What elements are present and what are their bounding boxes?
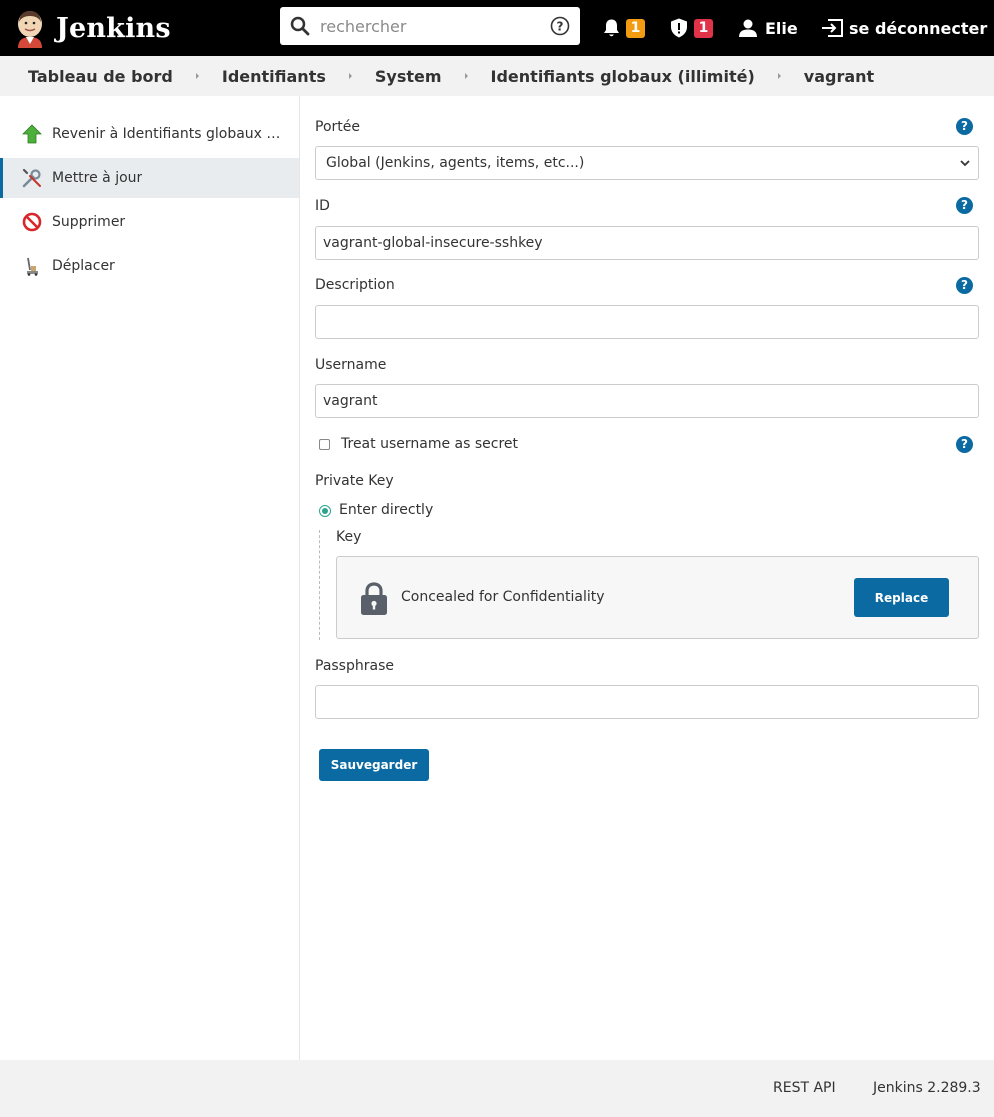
- key-label: Key: [336, 529, 362, 545]
- nested-section-line: [319, 530, 320, 640]
- passphrase-input[interactable]: [315, 685, 979, 719]
- breadcrumb-separator: [464, 73, 468, 79]
- username-label: Username: [315, 357, 387, 373]
- sidebar-item-update[interactable]: Mettre à jour: [0, 158, 299, 198]
- brand-name: Jenkins: [56, 12, 171, 44]
- breadcrumb-vagrant[interactable]: vagrant: [804, 67, 874, 86]
- notifications-badge: 1: [626, 18, 645, 38]
- bell-icon: [604, 19, 619, 36]
- sidebar-item-label: Supprimer: [52, 214, 126, 230]
- treat-secret-label[interactable]: Treat username as secret: [341, 436, 518, 452]
- sidebar-item-back[interactable]: Revenir à Identifiants globaux (illimité…: [0, 114, 299, 154]
- breadcrumb-separator: [348, 73, 352, 79]
- description-help-icon[interactable]: ?: [956, 277, 973, 294]
- lock-icon: [361, 582, 387, 615]
- id-label: ID: [315, 198, 330, 214]
- breadcrumb-system[interactable]: System: [375, 67, 442, 86]
- save-button[interactable]: Sauvegarder: [319, 749, 429, 781]
- breadcrumb-global-credentials[interactable]: Identifiants globaux (illimité): [491, 67, 755, 86]
- jenkins-butler-icon: [18, 11, 42, 48]
- jenkins-logo[interactable]: Jenkins: [14, 8, 171, 48]
- sidebar-item-delete[interactable]: Supprimer: [0, 202, 299, 242]
- version-link[interactable]: Jenkins 2.289.3: [873, 1080, 981, 1096]
- breadcrumb: Tableau de bord Identifiants System Iden…: [0, 56, 994, 96]
- enter-directly-radio[interactable]: [319, 505, 331, 517]
- rest-api-link[interactable]: REST API: [773, 1080, 836, 1096]
- footer: REST API Jenkins 2.289.3: [0, 1060, 994, 1117]
- key-concealed-box: Concealed for Confidentiality Replace: [336, 556, 979, 639]
- wrench-screwdriver-icon: [22, 168, 41, 188]
- search-input[interactable]: [320, 13, 540, 39]
- search-icon: [290, 16, 310, 36]
- id-help-icon[interactable]: ?: [956, 197, 973, 214]
- description-label: Description: [315, 277, 395, 293]
- treat-secret-checkbox[interactable]: [319, 439, 330, 450]
- scope-help-icon[interactable]: ?: [956, 118, 973, 135]
- scope-selected-value: Global (Jenkins, agents, items, etc...): [326, 155, 585, 171]
- sidebar: Revenir à Identifiants globaux (illimité…: [0, 96, 300, 1060]
- chevron-down-icon: [960, 160, 970, 167]
- concealed-text: Concealed for Confidentiality: [401, 589, 605, 605]
- scope-label: Portée: [315, 119, 360, 135]
- breadcrumb-dashboard[interactable]: Tableau de bord: [28, 67, 173, 86]
- replace-button[interactable]: Replace: [854, 578, 949, 617]
- treat-secret-help-icon[interactable]: ?: [956, 436, 973, 453]
- no-entry-icon: [22, 212, 42, 232]
- shield-icon: [671, 18, 687, 38]
- user-icon: [739, 19, 757, 37]
- passphrase-label: Passphrase: [315, 658, 394, 674]
- enter-directly-label[interactable]: Enter directly: [339, 502, 433, 518]
- sidebar-item-label: Mettre à jour: [52, 170, 143, 186]
- scope-select[interactable]: Global (Jenkins, agents, items, etc...): [315, 146, 979, 180]
- svg-text:?: ?: [557, 20, 564, 34]
- sidebar-item-label: Déplacer: [52, 258, 115, 274]
- breadcrumb-separator: [195, 73, 199, 79]
- logout-button[interactable]: se déconnecter: [821, 0, 987, 56]
- logout-label: se déconnecter: [849, 18, 988, 38]
- breadcrumb-separator: [777, 73, 781, 79]
- private-key-label: Private Key: [315, 473, 394, 489]
- search-box: ?: [280, 7, 580, 45]
- notifications-button[interactable]: 1: [603, 0, 645, 56]
- breadcrumb-credentials[interactable]: Identifiants: [222, 67, 326, 86]
- security-badge: 1: [694, 18, 713, 38]
- id-input[interactable]: [315, 226, 979, 260]
- sidebar-item-move[interactable]: Déplacer: [0, 246, 299, 286]
- security-alerts-button[interactable]: 1: [670, 0, 713, 56]
- move-icon: [27, 257, 38, 276]
- user-name: Elie: [765, 18, 798, 38]
- search-help-icon[interactable]: ?: [550, 16, 570, 36]
- up-arrow-icon: [22, 124, 42, 144]
- sidebar-item-label: Revenir à Identifiants globaux (illimité…: [52, 126, 282, 142]
- logout-icon: [822, 19, 843, 37]
- top-header: Jenkins ? 1 1 Elie: [0, 0, 994, 56]
- user-menu[interactable]: Elie: [739, 0, 798, 56]
- description-input[interactable]: [315, 305, 979, 339]
- username-input[interactable]: [315, 384, 979, 418]
